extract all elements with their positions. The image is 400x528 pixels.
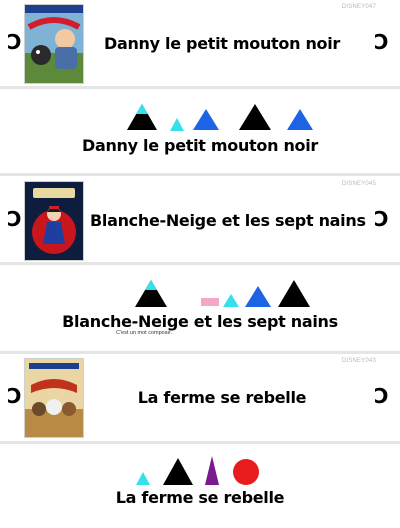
rotate-left-icon[interactable]: Ɔ <box>7 386 22 406</box>
separator <box>0 173 400 176</box>
rotate-right-icon[interactable]: Ↄ <box>374 32 389 52</box>
flashcard-page: DISNEY047 Ɔ Danny le petit mouton noir Ↄ <box>0 0 400 528</box>
rotate-right-icon[interactable]: Ↄ <box>374 209 389 229</box>
separator <box>0 441 400 444</box>
cover-image-la-ferme[interactable] <box>24 358 84 438</box>
separator <box>0 86 400 89</box>
cover-image-danny[interactable] <box>24 4 84 84</box>
coded-title: La ferme se rebelle <box>115 488 285 507</box>
la-ferme-cover-art <box>25 359 83 437</box>
note-text: C'est un mot composé. <box>116 330 173 336</box>
card-title: La ferme se rebelle <box>137 388 307 407</box>
coded-card-danny: Danny le petit mouton noir <box>0 92 400 172</box>
blanche-neige-cover-art <box>25 182 83 260</box>
shape-code-blanche-neige <box>135 280 310 307</box>
blue-triangle-shape <box>193 109 219 130</box>
title-card-la-ferme: DISNEY043 Ɔ La ferme se rebelle Ↄ <box>0 354 400 440</box>
card-title: Danny le petit mouton noir <box>103 34 341 53</box>
blue-triangle-shape <box>287 109 313 130</box>
card-code: DISNEY047 <box>341 4 376 10</box>
black-cyan-triangle-shape <box>135 280 167 307</box>
coded-card-la-ferme: La ferme se rebelle <box>0 448 400 528</box>
danny-cover-art <box>25 5 83 83</box>
rotate-right-icon[interactable]: Ↄ <box>374 386 389 406</box>
card-title: Blanche-Neige et les sept nains <box>90 211 366 230</box>
purple-triangle-shape <box>205 456 219 485</box>
title-card-blanche-neige: DISNEY045 Ɔ Blanche-Neige et les sept na… <box>0 177 400 261</box>
large-black-triangle-shape <box>239 104 271 130</box>
cyan-triangle-shape <box>223 294 239 307</box>
card-code: DISNEY045 <box>341 181 376 187</box>
pink-rectangle-shape <box>201 298 219 306</box>
large-black-triangle-shape <box>163 458 193 485</box>
cover-image-blanche-neige[interactable] <box>24 181 84 261</box>
rotate-left-icon[interactable]: Ɔ <box>7 32 22 52</box>
small-cyan-triangle-shape <box>136 472 150 485</box>
coded-title: Danny le petit mouton noir <box>81 136 319 155</box>
coded-title: Blanche-Neige et les sept nains <box>62 312 338 331</box>
shape-code-danny <box>127 104 313 131</box>
blue-triangle-shape <box>245 286 271 307</box>
coded-card-blanche-neige: Blanche-Neige et les sept nains C'est un… <box>0 268 400 348</box>
title-card-danny: DISNEY047 Ɔ Danny le petit mouton noir Ↄ <box>0 0 400 85</box>
card-code: DISNEY043 <box>341 358 376 364</box>
separator <box>0 262 400 265</box>
rotate-left-icon[interactable]: Ɔ <box>7 209 22 229</box>
red-circle-shape <box>233 459 259 485</box>
small-cyan-triangle-shape <box>170 118 184 131</box>
black-cyan-triangle-shape <box>127 104 157 130</box>
large-black-triangle-shape <box>278 280 310 307</box>
